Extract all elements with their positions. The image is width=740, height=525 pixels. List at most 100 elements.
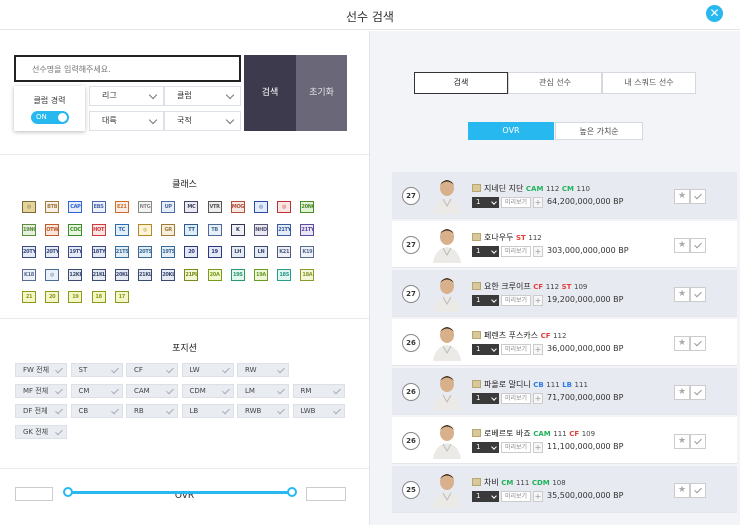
continent-select[interactable]: 대륙 bbox=[89, 111, 164, 131]
star-icon[interactable]: ★ bbox=[674, 385, 690, 400]
preview-button[interactable]: 미리보기 bbox=[501, 295, 531, 306]
position-chip-cam[interactable]: CAM bbox=[126, 383, 178, 398]
class-badge-44[interactable]: 21KL bbox=[138, 268, 152, 281]
plus-icon[interactable]: + bbox=[533, 197, 543, 208]
position-chip-lw[interactable]: LW bbox=[181, 363, 234, 377]
select-check-button[interactable] bbox=[690, 287, 706, 302]
position-chip-df-전체[interactable]: DF 전체 bbox=[15, 404, 67, 418]
ovr-slider-track[interactable] bbox=[68, 491, 292, 494]
star-icon[interactable]: ★ bbox=[674, 434, 690, 449]
search-button[interactable]: 검색 bbox=[244, 55, 296, 131]
class-badge-32[interactable]: 19TS bbox=[161, 246, 176, 258]
player-search-field[interactable] bbox=[14, 55, 241, 82]
preview-button[interactable]: 미리보기 bbox=[501, 442, 531, 453]
class-badge-40[interactable]: ◎ bbox=[45, 268, 60, 281]
sort-value-button[interactable]: 높은 가치순 bbox=[555, 122, 643, 140]
class-badge-9[interactable]: MOG bbox=[230, 201, 245, 213]
class-badge-20[interactable]: TT bbox=[184, 223, 199, 236]
class-badge-14[interactable]: OTW bbox=[45, 223, 60, 236]
class-badge-2[interactable]: CAP bbox=[68, 201, 83, 213]
class-badge-52[interactable]: 21 bbox=[22, 291, 36, 303]
player-name-line[interactable]: 지네딘 지단 CAM 112 CM 110 bbox=[472, 183, 590, 194]
player-name-line[interactable]: 요한 크루이프 CF 112 ST 109 bbox=[472, 281, 587, 292]
player-name-line[interactable]: 로베르토 바죠 CAM 111 CF 109 bbox=[472, 428, 595, 439]
plus-icon[interactable]: + bbox=[533, 344, 543, 355]
plus-icon[interactable]: + bbox=[533, 491, 543, 502]
class-badge-19[interactable]: GR bbox=[161, 223, 176, 236]
player-row[interactable]: 27 요한 크루이프 CF 112 ST 109 1 미리보기 +19,200,000,… bbox=[392, 270, 737, 317]
position-chip-lb[interactable]: LB bbox=[181, 404, 234, 418]
class-badge-26[interactable]: 20TY bbox=[22, 246, 36, 258]
level-select[interactable]: 1 bbox=[472, 246, 499, 257]
class-badge-33[interactable]: 20 bbox=[184, 246, 199, 258]
class-badge-48[interactable]: 19S bbox=[230, 268, 245, 281]
ovr-slider-max-handle[interactable] bbox=[287, 487, 297, 497]
plus-icon[interactable]: + bbox=[533, 393, 543, 404]
star-icon[interactable]: ★ bbox=[674, 483, 690, 498]
position-chip-st[interactable]: ST bbox=[70, 363, 123, 377]
tab-1[interactable]: 관심 선수 bbox=[508, 72, 602, 94]
class-badge-1[interactable]: BTB bbox=[45, 201, 60, 213]
search-input[interactable] bbox=[16, 58, 239, 81]
class-badge-53[interactable]: 20 bbox=[45, 291, 60, 303]
position-chip-gk-전체[interactable]: GK 전체 bbox=[15, 424, 67, 439]
preview-button[interactable]: 미리보기 bbox=[501, 491, 531, 502]
class-badge-41[interactable]: 12KH bbox=[68, 268, 83, 281]
player-row[interactable]: 27 지네딘 지단 CAM 112 CM 110 1 미리보기 +64,200,000,… bbox=[392, 172, 737, 219]
class-badge-27[interactable]: 20TY bbox=[45, 246, 60, 258]
position-chip-cb[interactable]: CB bbox=[70, 404, 123, 418]
ovr-min-input[interactable] bbox=[15, 487, 53, 501]
class-badge-46[interactable]: 21PL bbox=[184, 268, 199, 281]
plus-icon[interactable]: + bbox=[533, 442, 543, 453]
class-badge-31[interactable]: 20TS bbox=[138, 246, 152, 258]
club-select[interactable]: 클럽 bbox=[164, 86, 241, 106]
star-icon[interactable]: ★ bbox=[674, 238, 690, 253]
close-icon[interactable]: ✕ bbox=[706, 5, 723, 22]
position-chip-fw-전체[interactable]: FW 전체 bbox=[15, 363, 67, 377]
class-badge-39[interactable]: K18 bbox=[22, 268, 36, 281]
class-badge-30[interactable]: 21TS bbox=[114, 246, 129, 258]
class-badge-13[interactable]: 19NG bbox=[22, 223, 36, 236]
player-row[interactable]: 27 호나우두 ST 112 1 미리보기 +303,000,000,000 BP ★ bbox=[392, 221, 737, 268]
class-badge-38[interactable]: K19 bbox=[300, 246, 315, 258]
star-icon[interactable]: ★ bbox=[674, 336, 690, 351]
star-icon[interactable]: ★ bbox=[674, 287, 690, 302]
class-badge-18[interactable]: ◎ bbox=[138, 223, 152, 236]
reset-button[interactable]: 초기화 bbox=[296, 55, 347, 131]
position-chip-rwb[interactable]: RWB bbox=[237, 404, 289, 418]
select-check-button[interactable] bbox=[690, 189, 706, 204]
level-select[interactable]: 1 bbox=[472, 197, 499, 208]
class-badge-42[interactable]: 21KL bbox=[91, 268, 106, 281]
tab-2[interactable]: 내 스쿼드 선수 bbox=[602, 72, 696, 94]
preview-button[interactable]: 미리보기 bbox=[501, 393, 531, 404]
player-name-line[interactable]: 파올로 말디니 CB 111 LB 111 bbox=[472, 379, 588, 390]
preview-button[interactable]: 미리보기 bbox=[501, 246, 531, 257]
player-row[interactable]: 26 페렌츠 푸스카스 CF 112 1 미리보기 +36,000,000,000 BP… bbox=[392, 319, 737, 366]
class-badge-15[interactable]: COC bbox=[68, 223, 83, 236]
class-badge-37[interactable]: K21 bbox=[277, 246, 292, 258]
level-select[interactable]: 1 bbox=[472, 491, 499, 502]
position-chip-cdm[interactable]: CDM bbox=[181, 383, 234, 398]
class-badge-12[interactable]: 20NG bbox=[300, 201, 315, 213]
sort-ovr-button[interactable]: OVR bbox=[468, 122, 554, 140]
level-select[interactable]: 1 bbox=[472, 344, 499, 355]
class-badge-21[interactable]: TB bbox=[207, 223, 222, 236]
class-badge-0[interactable]: ◎ bbox=[22, 201, 36, 213]
class-badge-6[interactable]: UP bbox=[161, 201, 176, 213]
tab-0[interactable]: 검색 bbox=[414, 72, 508, 94]
league-select[interactable]: 리그 bbox=[89, 86, 164, 106]
player-row[interactable]: 25 차비 CM 111 CDM 108 1 미리보기 +35,500,000,000 … bbox=[392, 466, 737, 513]
class-badge-4[interactable]: E21 bbox=[114, 201, 129, 213]
class-badge-23[interactable]: NHD bbox=[254, 223, 268, 236]
ovr-max-input[interactable] bbox=[306, 487, 346, 501]
position-chip-lm[interactable]: LM bbox=[237, 383, 289, 398]
class-badge-51[interactable]: 18A bbox=[300, 268, 315, 281]
position-chip-rm[interactable]: RM bbox=[292, 383, 345, 398]
level-select[interactable]: 1 bbox=[472, 393, 499, 404]
class-badge-56[interactable]: 17 bbox=[114, 291, 129, 303]
select-check-button[interactable] bbox=[690, 385, 706, 400]
class-badge-54[interactable]: 19 bbox=[68, 291, 83, 303]
player-name-line[interactable]: 페렌츠 푸스카스 CF 112 bbox=[472, 330, 566, 341]
class-badge-8[interactable]: VTR bbox=[207, 201, 222, 213]
select-check-button[interactable] bbox=[690, 238, 706, 253]
